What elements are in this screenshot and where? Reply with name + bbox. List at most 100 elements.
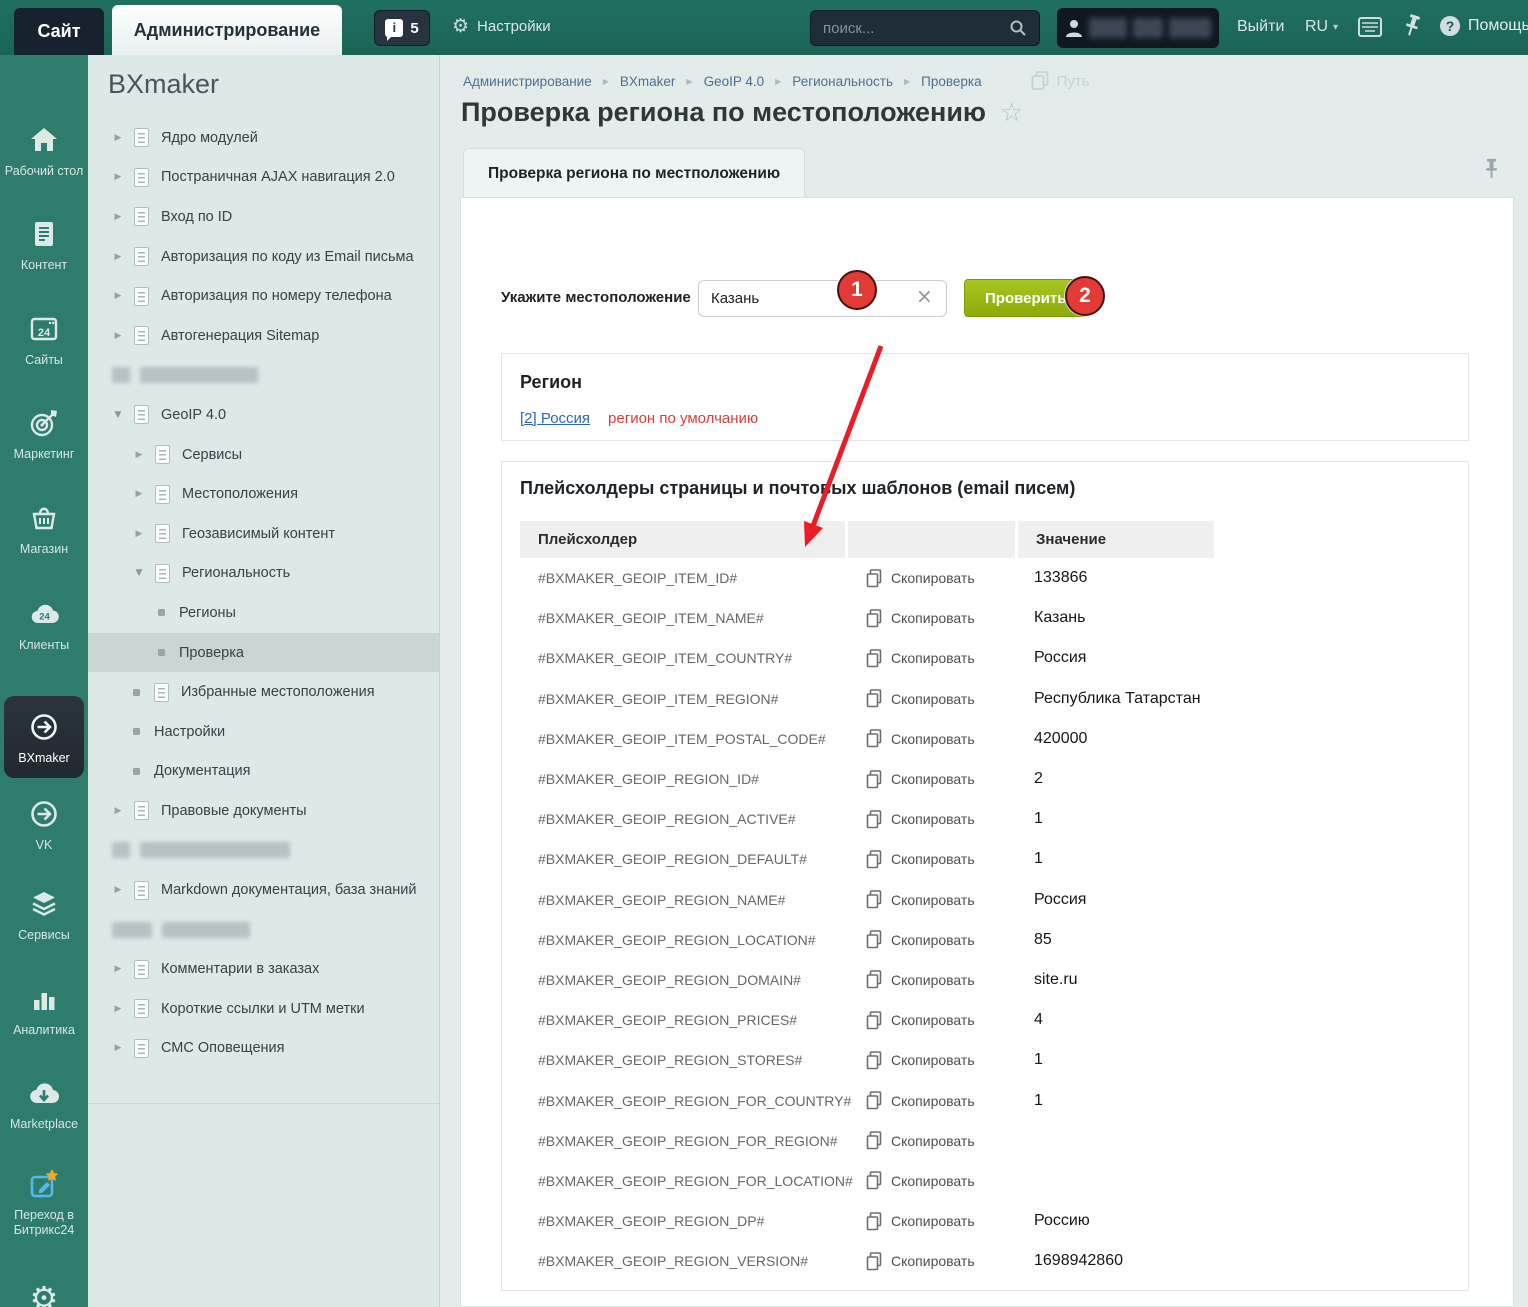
sidebar-item[interactable]: ▶ Автогенерация Sitemap xyxy=(88,316,439,356)
expand-arrow-icon[interactable]: ▶ xyxy=(133,529,145,539)
rail-item-analytics[interactable]: Аналитика xyxy=(0,980,88,1038)
copy-button-label: Скопировать xyxy=(891,730,975,747)
expand-arrow-icon[interactable]: ▶ xyxy=(112,172,124,182)
rail-item-content[interactable]: Контент xyxy=(0,215,88,273)
copy-button[interactable]: Скопировать xyxy=(848,1050,1015,1071)
expand-arrow-icon[interactable]: ▶ xyxy=(112,133,124,143)
copy-button[interactable]: Скопировать xyxy=(848,608,1015,629)
expand-arrow-icon[interactable]: ▶ xyxy=(133,489,145,499)
expand-arrow-icon[interactable]: ▶ xyxy=(112,252,124,262)
language-selector[interactable]: RU ▾ xyxy=(1305,18,1338,36)
sidebar-item[interactable]: ▶ Авторизация по коду из Email письма xyxy=(88,237,439,277)
region-box: Регион [2] Россия регион по умолчанию xyxy=(501,353,1469,441)
tab-administration[interactable]: Администрирование xyxy=(112,5,342,55)
rail-item-clients[interactable]: 24 Клиенты xyxy=(0,595,88,653)
sidebar-item[interactable]: ▶ Вход по ID xyxy=(88,197,439,237)
breadcrumb-item[interactable]: BXmaker xyxy=(620,74,676,89)
placeholder-cell: #BXMAKER_GEOIP_REGION_DP# xyxy=(538,1213,765,1230)
copy-button[interactable]: Скопировать xyxy=(848,1170,1015,1191)
redacted-username xyxy=(1169,18,1211,38)
rail-item-bitrix24[interactable]: Переход в Битрикс24 xyxy=(0,1165,88,1238)
sidebar-item[interactable]: ▶ Постраничная AJAX навигация 2.0 xyxy=(88,158,439,198)
copy-button[interactable]: Скопировать xyxy=(848,769,1015,790)
collapse-arrow-icon[interactable]: ▼ xyxy=(133,568,145,578)
sidebar-item[interactable]: Настройки xyxy=(88,712,439,752)
placeholder-cell: #BXMAKER_GEOIP_ITEM_REGION# xyxy=(538,690,779,707)
document-icon xyxy=(134,326,149,346)
rail-item-sites[interactable]: 24 Сайты xyxy=(0,310,88,368)
sidebar-item[interactable]: ▶ Сервисы xyxy=(88,435,439,475)
rail-item-vk[interactable]: VK xyxy=(0,795,88,853)
sidebar-item[interactable]: ▶ СМС Оповещения xyxy=(88,1029,439,1069)
sidebar-item[interactable]: ▼ GeoIP 4.0 xyxy=(88,395,439,435)
sidebar-item[interactable]: ▶ Markdown документация, база знаний xyxy=(88,870,439,910)
copy-button[interactable]: Скопировать xyxy=(848,1090,1015,1111)
expand-arrow-icon[interactable]: ▶ xyxy=(112,885,124,895)
expand-arrow-icon[interactable]: ▶ xyxy=(112,331,124,341)
breadcrumb-item[interactable]: Администрирование xyxy=(463,74,592,89)
copy-button[interactable]: Скопировать xyxy=(848,1251,1015,1272)
sidebar-item[interactable]: ▶ Комментарии в заказах xyxy=(88,949,439,989)
copy-button[interactable]: Скопировать xyxy=(848,1211,1015,1232)
sidebar-item[interactable]: ▶ Короткие ссылки и UTM метки xyxy=(88,989,439,1029)
sidebar-item[interactable]: ▶ Правовые документы xyxy=(88,791,439,831)
clear-input-icon[interactable]: × xyxy=(916,286,933,306)
logout-button[interactable]: Выйти xyxy=(1237,18,1284,36)
sidebar-item[interactable]: Проверка xyxy=(88,632,439,673)
copy-icon xyxy=(866,649,882,668)
rail-item-home[interactable]: Рабочий стол xyxy=(0,121,88,179)
collapse-arrow-icon[interactable]: ▼ xyxy=(112,410,124,420)
copy-button[interactable]: Скопировать xyxy=(848,728,1015,749)
sidebar-item-label: Сервисы xyxy=(182,446,243,463)
rail-item-services[interactable]: Сервисы xyxy=(0,885,88,943)
pin-icon[interactable] xyxy=(1403,14,1421,43)
copy-button[interactable]: Скопировать xyxy=(848,809,1015,830)
location-input[interactable] xyxy=(698,280,947,317)
expand-arrow-icon[interactable]: ▶ xyxy=(112,964,124,974)
copy-button[interactable]: Скопировать xyxy=(848,929,1015,950)
copy-button[interactable]: Скопировать xyxy=(848,648,1015,669)
sidebar-item[interactable]: Регионы xyxy=(88,593,439,633)
expand-arrow-icon[interactable]: ▶ xyxy=(112,806,124,816)
copy-button[interactable]: Скопировать xyxy=(848,1130,1015,1151)
expand-arrow-icon[interactable]: ▶ xyxy=(133,450,145,460)
expand-arrow-icon[interactable]: ▶ xyxy=(112,212,124,222)
copy-button[interactable]: Скопировать xyxy=(848,969,1015,990)
expand-arrow-icon[interactable]: ▶ xyxy=(112,291,124,301)
region-link[interactable]: [2] Россия xyxy=(520,410,590,427)
breadcrumb-item[interactable]: Проверка xyxy=(921,74,981,89)
copy-button[interactable]: Скопировать xyxy=(848,688,1015,709)
pin-icon[interactable] xyxy=(1483,158,1500,185)
notifications-button[interactable]: i 5 xyxy=(374,10,430,46)
breadcrumb-item[interactable]: GeoIP 4.0 xyxy=(704,74,765,89)
search-input[interactable]: поиск... xyxy=(810,10,1040,46)
sidebar-item[interactable]: Документация xyxy=(88,752,439,792)
tab-site[interactable]: Сайт xyxy=(14,8,104,55)
hotkeys-icon[interactable] xyxy=(1358,17,1382,42)
copy-button[interactable]: Скопировать xyxy=(848,849,1015,870)
tab-region-check[interactable]: Проверка региона по местположению xyxy=(463,148,806,197)
topbar-settings-button[interactable]: ⚙ Настройки xyxy=(452,17,551,36)
rail-item-marketplace[interactable]: Marketplace xyxy=(0,1074,88,1132)
copy-pages-icon xyxy=(1031,71,1049,90)
favorite-star-icon[interactable]: ☆ xyxy=(1000,98,1023,128)
document-icon xyxy=(134,247,149,267)
breadcrumb-item[interactable]: Региональность xyxy=(792,74,893,89)
copy-button[interactable]: Скопировать xyxy=(848,889,1015,910)
expand-arrow-icon[interactable]: ▶ xyxy=(112,1004,124,1014)
sidebar-item[interactable]: ▶ Геозависимый контент xyxy=(88,514,439,554)
sidebar-item[interactable]: ▼ Региональность xyxy=(88,554,439,594)
help-button[interactable]: ? Помощь xyxy=(1440,16,1528,36)
user-menu[interactable] xyxy=(1057,8,1219,48)
rail-item-bxmaker[interactable]: BXmaker xyxy=(4,696,84,778)
copy-button[interactable]: Скопировать xyxy=(848,1010,1015,1031)
rail-item-marketing[interactable]: Маркетинг xyxy=(0,404,88,462)
copy-button[interactable]: Скопировать xyxy=(848,568,1015,589)
sidebar-item[interactable]: ▶ Местоположения xyxy=(88,474,439,514)
rail-item-shop[interactable]: Магазин xyxy=(0,499,88,557)
expand-arrow-icon[interactable]: ▶ xyxy=(112,1043,124,1053)
rail-item-settings[interactable]: ⚙Настройки xyxy=(0,1279,88,1307)
sidebar-item[interactable]: Избранные местоположения xyxy=(88,672,439,712)
sidebar-item[interactable]: ▶ Ядро модулей xyxy=(88,118,439,158)
sidebar-item[interactable]: ▶ Авторизация по номеру телефона xyxy=(88,276,439,316)
